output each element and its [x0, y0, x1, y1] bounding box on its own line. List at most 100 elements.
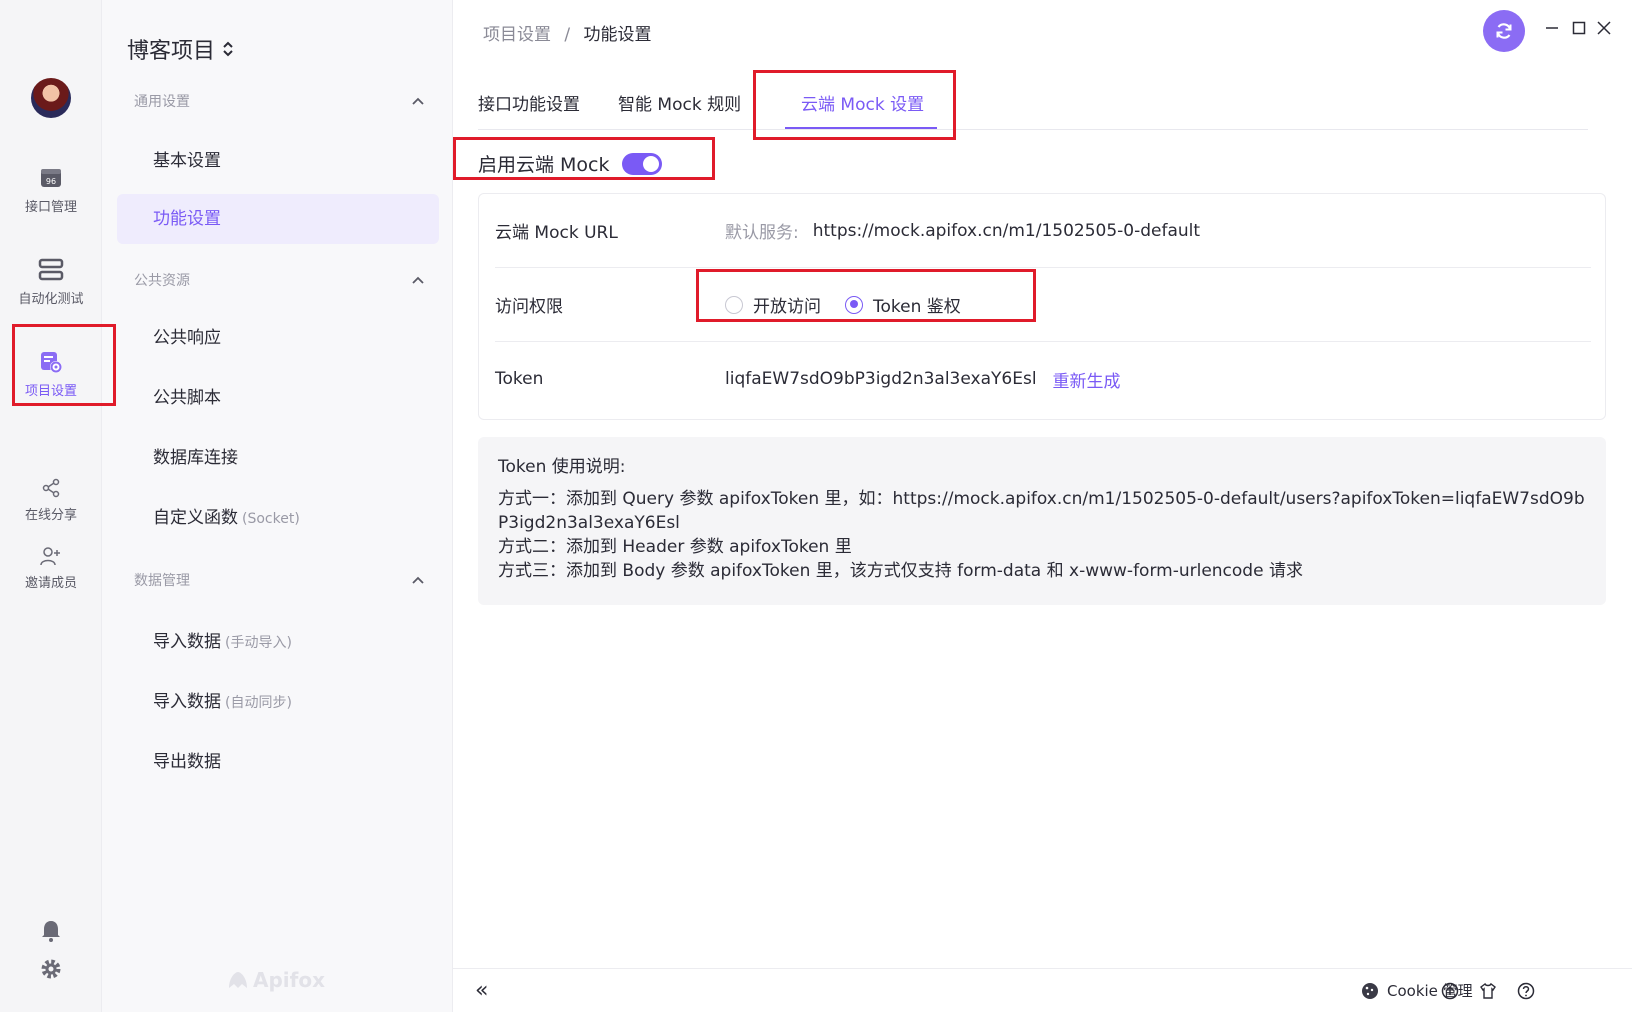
rail-label-api-management: 接口管理 [24, 200, 77, 215]
tab-api-feature-settings[interactable]: 接口功能设置 [478, 90, 580, 115]
invite-member-icon [40, 547, 60, 566]
tab-cloud-mock-settings[interactable]: 云端 Mock 设置 [801, 90, 924, 115]
radio-circle [725, 295, 743, 314]
help-icon[interactable] [1517, 982, 1535, 1000]
rail-item-project-settings[interactable]: 项目设置 [0, 350, 102, 399]
gear-icon [41, 959, 61, 979]
sidebar-item-hint: (自动同步) [225, 695, 292, 711]
sidebar-item-hint: (手动导入) [225, 635, 292, 651]
rail-item-invite-member[interactable]: 邀请成员 [0, 546, 102, 591]
sync-button[interactable] [1483, 10, 1525, 52]
group-title: 公共资源 [134, 273, 190, 289]
collapse-sidebar-button[interactable]: « [475, 978, 488, 1003]
sidebar-item-hint: (Socket) [242, 511, 300, 527]
api-management-icon: 96 [41, 169, 61, 187]
apifox-logo: Apifox [227, 968, 325, 992]
close-icon[interactable] [1597, 20, 1611, 36]
updown-chevron-icon [223, 41, 233, 57]
brand-name: Apifox [253, 968, 325, 992]
upload-icon[interactable] [1441, 982, 1459, 1000]
sidebar-item-import-manual[interactable]: 导入数据 (手动导入) [117, 617, 439, 667]
token-value[interactable]: liqfaEW7sdO9bP3igd2n3al3exaY6Esl [725, 369, 1037, 389]
radio-label: Token 鉴权 [873, 297, 961, 317]
rail-item-api-management[interactable]: 96 接口管理 [0, 166, 102, 215]
sidebar-item-public-script[interactable]: 公共脚本 [117, 373, 439, 423]
automation-test-icon [38, 258, 64, 281]
sidebar-item-basic-settings[interactable]: 基本设置 [117, 136, 439, 186]
mock-url-label: 云端 Mock URL [495, 223, 618, 243]
icon-rail: 96 接口管理 自动化测试 项目设置 在线分享 邀请成员 [0, 0, 102, 1012]
radio-label: 开放访问 [753, 297, 821, 317]
sync-icon [1496, 23, 1512, 39]
sidebar-item-label: 基本设置 [153, 151, 221, 171]
mock-url-value[interactable]: https://mock.apifox.cn/m1/1502505-0-defa… [813, 221, 1200, 241]
sidebar-item-label: 公共脚本 [153, 388, 221, 408]
avatar[interactable] [31, 78, 71, 118]
tab-smart-mock-rules[interactable]: 智能 Mock 规则 [618, 90, 741, 115]
share-icon [42, 478, 60, 498]
breadcrumb-parent[interactable]: 项目设置 [483, 25, 551, 45]
project-settings-icon [41, 352, 62, 373]
breadcrumb: 项目设置 / 功能设置 [483, 20, 652, 45]
token-note-line: 方式一：添加到 Query 参数 apifoxToken 里，如：https:/… [498, 489, 1585, 533]
sidebar-item-export-data[interactable]: 导出数据 [117, 737, 439, 787]
radio-token-auth[interactable]: Token 鉴权 [845, 292, 961, 317]
svg-text:96: 96 [46, 177, 56, 186]
token-usage-note: Token 使用说明: 方式一：添加到 Query 参数 apifoxToken… [478, 437, 1606, 605]
group-title: 数据管理 [134, 573, 190, 589]
settings-button[interactable] [0, 958, 102, 984]
project-switcher[interactable]: 博客项目 [127, 33, 233, 65]
status-bar: « Cookie 管理 [453, 968, 1632, 1012]
maximize-icon[interactable] [1572, 20, 1586, 36]
apifox-logo-icon [229, 972, 247, 988]
shirt-icon[interactable] [1479, 982, 1497, 1000]
token-note-title: Token 使用说明: [498, 457, 626, 477]
bell-button[interactable] [0, 920, 102, 946]
settings-sidebar: 博客项目 通用设置 基本设置 功能设置 公共资源 公共响应 公共脚本 数据库连接… [102, 0, 453, 1012]
main-panel: 项目设置 / 功能设置 接口功能设置 智能 Mock 规则 云端 Mock 设置… [453, 0, 1632, 1012]
sidebar-item-feature-settings[interactable]: 功能设置 [117, 194, 439, 244]
project-name: 博客项目 [127, 39, 216, 64]
rail-item-automation-test[interactable]: 自动化测试 [0, 258, 102, 307]
sidebar-item-database-connection[interactable]: 数据库连接 [117, 433, 439, 483]
sidebar-item-label: 功能设置 [153, 209, 221, 229]
cloud-mock-config-card: 云端 Mock URL 默认服务: https://mock.apifox.cn… [478, 193, 1606, 420]
sidebar-item-label: 数据库连接 [153, 448, 238, 468]
rail-label-share: 在线分享 [24, 508, 77, 523]
group-general-settings[interactable]: 通用设置 [134, 91, 424, 111]
enable-cloud-mock-toggle[interactable] [621, 152, 662, 175]
group-title: 通用设置 [134, 94, 190, 110]
group-public-resources[interactable]: 公共资源 [134, 270, 424, 290]
token-note-line: 方式二：添加到 Header 参数 apifoxToken 里 [498, 537, 852, 557]
token-row: Token liqfaEW7sdO9bP3igd2n3al3exaY6Esl 重… [495, 342, 1591, 416]
sidebar-item-label: 自定义函数 [153, 508, 238, 528]
rail-label-automation-test: 自动化测试 [18, 292, 84, 307]
radio-open-access[interactable]: 开放访问 [725, 292, 821, 317]
mock-url-prefix: 默认服务: [725, 223, 799, 243]
sidebar-item-label: 公共响应 [153, 328, 221, 348]
group-data-management[interactable]: 数据管理 [134, 570, 424, 590]
bell-icon [42, 921, 60, 942]
minimize-icon[interactable] [1545, 20, 1559, 36]
breadcrumb-current: 功能设置 [583, 25, 652, 45]
cookie-label: Cookie 管理 [1387, 982, 1473, 1000]
token-note-line: 方式三：添加到 Body 参数 apifoxToken 里，该方式仅支持 for… [498, 561, 1303, 581]
radio-circle [845, 295, 863, 314]
sidebar-item-import-auto[interactable]: 导入数据 (自动同步) [117, 677, 439, 727]
enable-cloud-mock-label: 启用云端 Mock [478, 154, 610, 176]
breadcrumb-separator: / [564, 25, 571, 45]
rail-label-invite-member: 邀请成员 [24, 576, 77, 591]
regenerate-token-link[interactable]: 重新生成 [1053, 367, 1121, 392]
chevron-up-icon [412, 576, 424, 584]
sidebar-item-label: 导出数据 [153, 752, 221, 772]
mock-url-row: 云端 Mock URL 默认服务: https://mock.apifox.cn… [495, 194, 1591, 268]
rail-label-project-settings: 项目设置 [24, 384, 77, 399]
settings-tabs: 接口功能设置 智能 Mock 规则 云端 Mock 设置 [478, 70, 1588, 130]
chevron-up-icon [412, 97, 424, 105]
chevron-up-icon [412, 276, 424, 284]
cookie-icon [1362, 982, 1378, 999]
sidebar-item-public-response[interactable]: 公共响应 [117, 313, 439, 363]
token-label: Token [495, 369, 544, 389]
rail-item-share[interactable]: 在线分享 [0, 478, 102, 523]
sidebar-item-custom-function[interactable]: 自定义函数 (Socket) [117, 493, 439, 543]
